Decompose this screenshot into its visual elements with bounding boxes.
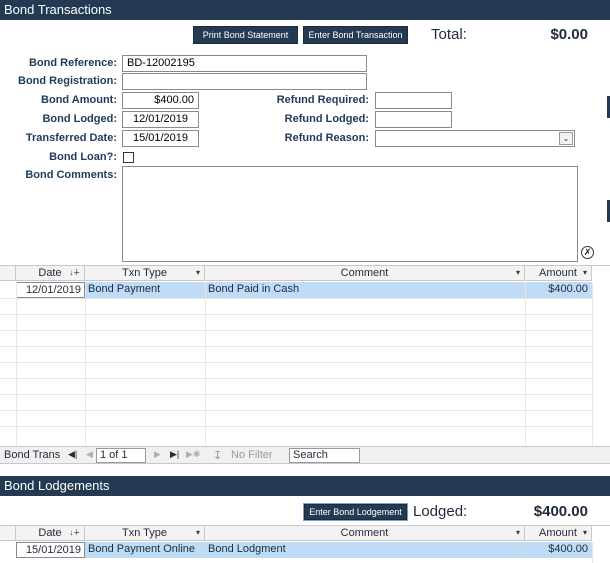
chevron-down-icon[interactable]: ⌄ — [559, 132, 573, 145]
lodgements-grid: Date ↓∔ Txn Type ▾ Comment ▾ Amount ▾ 15/01/… — [0, 525, 610, 563]
cell-amount[interactable]: $400.00 — [525, 542, 592, 558]
cell-comment[interactable]: Bond Paid in Cash — [205, 282, 525, 298]
column-header-date[interactable]: Date ↓∔ — [16, 266, 85, 281]
bond-registration-label: Bond Registration: — [18, 75, 117, 87]
column-header-date-label: Date — [38, 527, 62, 539]
column-header-comment-label: Comment — [340, 527, 389, 539]
chevron-down-icon: ▾ — [195, 268, 200, 277]
bond-registration-field[interactable] — [122, 73, 367, 90]
enter-bond-lodgement-button[interactable]: Enter Bond Lodgement — [303, 503, 408, 521]
cell-comment[interactable]: Bond Lodgment — [205, 542, 525, 558]
column-header-txn-type-label: Txn Type — [121, 267, 168, 279]
bond-comments-field[interactable] — [122, 166, 578, 262]
chevron-down-icon: ▾ — [582, 528, 587, 537]
no-filter-label[interactable]: No Filter — [231, 449, 273, 461]
cell-txn-type[interactable]: Bond Payment — [85, 282, 205, 298]
row-divider — [0, 314, 592, 315]
row-divider — [0, 346, 592, 347]
total-value: $0.00 — [550, 26, 588, 43]
transferred-date-label: Transferred Date: — [25, 132, 117, 144]
refund-required-label: Refund Required: — [276, 94, 369, 106]
search-input[interactable]: Search — [289, 448, 360, 463]
chevron-down-icon: ▾ — [195, 528, 200, 537]
zoom-icon[interactable]: ✗ — [581, 246, 594, 259]
next-record-icon[interactable]: ▶ — [154, 449, 161, 460]
bond-transactions-header: Bond Transactions — [0, 0, 610, 20]
enter-bond-transaction-button[interactable]: Enter Bond Transaction — [303, 26, 408, 44]
column-header-comment[interactable]: Comment ▾ — [205, 266, 525, 281]
column-header-amount-label: Amount — [539, 267, 577, 279]
refund-reason-label: Refund Reason: — [284, 132, 369, 144]
column-header-txn-type[interactable]: Txn Type ▾ — [85, 266, 205, 281]
column-header-amount[interactable]: Amount ▾ — [525, 266, 592, 281]
bond-lodged-label: Bond Lodged: — [42, 113, 117, 125]
current-record-field[interactable]: 1 of 1 — [96, 448, 146, 463]
select-all-corner[interactable] — [0, 266, 16, 281]
column-header-txn-type[interactable]: Txn Type ▾ — [85, 526, 205, 541]
new-record-icon[interactable]: ▶✱ — [186, 449, 200, 460]
lodged-label: Lodged: — [413, 503, 468, 520]
column-divider — [592, 282, 593, 446]
bond-comments-label: Bond Comments: — [25, 169, 117, 181]
column-divider — [205, 282, 206, 446]
navigator-label: Bond Trans — [4, 449, 61, 461]
filter-icon[interactable]: ↧ — [213, 449, 222, 462]
bond-amount-field[interactable]: $400.00 — [122, 92, 199, 109]
column-header-date-label: Date — [38, 267, 62, 279]
row-divider — [0, 410, 592, 411]
cell-date[interactable]: 12/01/2019 — [16, 282, 85, 298]
record-navigator: Bond Trans ◀| ◀ 1 of 1 ▶ ▶| ▶✱ ↧ No Filt… — [0, 446, 610, 464]
row-divider — [0, 426, 592, 427]
column-divider — [592, 542, 593, 563]
chevron-down-icon: ▾ — [515, 528, 520, 537]
transactions-grid: Date ↓∔ Txn Type ▾ Comment ▾ Amount ▾ 12/01/… — [0, 265, 610, 446]
cell-amount[interactable]: $400.00 — [525, 282, 592, 298]
column-divider — [525, 282, 526, 446]
column-divider — [16, 282, 17, 446]
last-record-icon[interactable]: ▶| — [170, 449, 179, 460]
column-header-comment[interactable]: Comment ▾ — [205, 526, 525, 541]
total-label: Total: — [431, 26, 467, 43]
bond-reference-label: Bond Reference: — [28, 57, 117, 69]
refund-reason-select[interactable]: ⌄ — [375, 130, 575, 147]
transferred-date-field[interactable]: 15/01/2019 — [122, 130, 199, 147]
column-header-txn-type-label: Txn Type — [121, 527, 168, 539]
chevron-down-icon: ▾ — [582, 268, 587, 277]
bond-lodged-field[interactable]: 12/01/2019 — [122, 111, 199, 128]
chevron-down-icon: ▾ — [515, 268, 520, 277]
bond-loan-checkbox[interactable] — [123, 152, 134, 163]
sort-ascending-icon: ↓∔ — [69, 268, 80, 277]
row-divider — [0, 394, 592, 395]
first-record-icon[interactable]: ◀| — [68, 449, 77, 460]
bond-lodgements-header: Bond Lodgements — [0, 476, 610, 496]
cell-date[interactable]: 15/01/2019 — [16, 542, 85, 558]
column-header-comment-label: Comment — [340, 267, 389, 279]
refund-required-field[interactable] — [375, 92, 452, 109]
sort-ascending-icon: ↓∔ — [69, 528, 80, 537]
refund-lodged-label: Refund Lodged: — [284, 113, 369, 125]
bond-reference-field[interactable]: BD-12002195 — [122, 55, 367, 72]
column-header-amount[interactable]: Amount ▾ — [525, 526, 592, 541]
row-divider — [0, 330, 592, 331]
refund-lodged-field[interactable] — [375, 111, 452, 128]
bond-amount-label: Bond Amount: — [41, 94, 117, 106]
column-divider — [85, 282, 86, 446]
row-divider — [0, 298, 592, 299]
print-bond-statement-button[interactable]: Print Bond Statement — [193, 26, 298, 44]
column-header-date[interactable]: Date ↓∔ — [16, 526, 85, 541]
row-divider — [0, 378, 592, 379]
select-all-corner[interactable] — [0, 526, 16, 541]
previous-record-icon[interactable]: ◀ — [86, 449, 93, 460]
cell-txn-type[interactable]: Bond Payment Online — [85, 542, 205, 558]
lodged-value: $400.00 — [533, 503, 588, 520]
row-divider — [0, 362, 592, 363]
column-header-amount-label: Amount — [539, 527, 577, 539]
bond-loan-label: Bond Loan?: — [49, 151, 117, 163]
